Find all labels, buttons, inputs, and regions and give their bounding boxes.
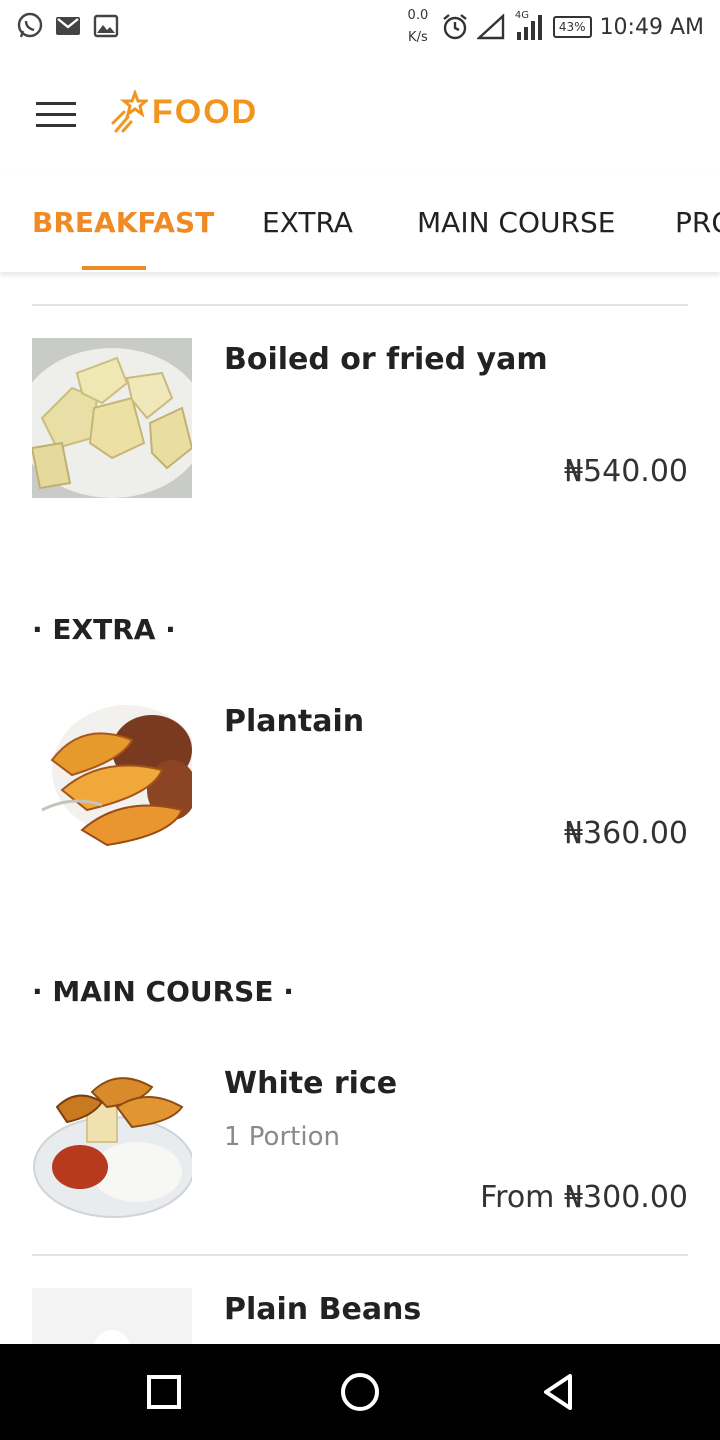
tab-pro[interactable]: PRO (675, 206, 720, 239)
logo-text: FOOD (152, 92, 259, 131)
section-title-main-course: · MAIN COURSE · (32, 975, 294, 1008)
divider (32, 304, 688, 306)
item-name: White rice (224, 1066, 398, 1101)
alarm-icon (443, 14, 467, 40)
white-rice-food-image (32, 1062, 192, 1222)
clock: 10:49 AM (599, 14, 704, 40)
back-icon[interactable] (536, 1368, 584, 1416)
item-name: Plain Beans (224, 1292, 422, 1327)
network-4g-signal: 4G (513, 10, 545, 42)
item-price: ₦540.00 (563, 454, 688, 489)
whatsapp-icon (17, 12, 43, 38)
yam-food-image (32, 338, 192, 498)
item-portion: 1 Portion (224, 1122, 340, 1152)
item-price: From ₦300.00 (480, 1180, 688, 1215)
system-nav-bar (0, 1344, 720, 1440)
gallery-icon (93, 14, 119, 38)
shooting-star-icon (111, 90, 148, 133)
plantain-food-image (32, 700, 192, 860)
category-tabs: BREAKFAST EXTRA MAIN COURSE PRO (0, 176, 720, 272)
menu-list[interactable]: Boiled or fried yam ₦540.00 · EXTRA · Pl… (0, 272, 720, 1344)
hamburger-menu-icon[interactable] (36, 100, 76, 130)
signal-bars-icon (516, 15, 542, 40)
tab-breakfast[interactable]: BREAKFAST (32, 206, 214, 239)
status-bar: 0.0 K/s 4G 43% 10:49 AM (0, 0, 720, 54)
app-bar: FOOD (0, 54, 720, 176)
battery-indicator: 43% (552, 16, 592, 38)
plain-beans-food-image (32, 1288, 192, 1344)
recent-apps-icon[interactable] (140, 1368, 188, 1416)
item-name: Boiled or fried yam (224, 342, 548, 377)
net-speed: 0.0 K/s (407, 8, 429, 45)
tab-extra[interactable]: EXTRA (262, 206, 353, 239)
item-name: Plantain (224, 704, 365, 739)
app-logo: FOOD (110, 90, 258, 134)
tab-main-course[interactable]: MAIN COURSE (417, 206, 615, 239)
home-icon[interactable] (336, 1368, 384, 1416)
divider (32, 1254, 688, 1256)
signal-empty-icon (476, 14, 505, 40)
item-price: ₦360.00 (563, 816, 688, 851)
section-title-extra: · EXTRA · (32, 613, 176, 646)
active-tab-indicator (82, 266, 146, 270)
gmail-icon (56, 17, 80, 35)
